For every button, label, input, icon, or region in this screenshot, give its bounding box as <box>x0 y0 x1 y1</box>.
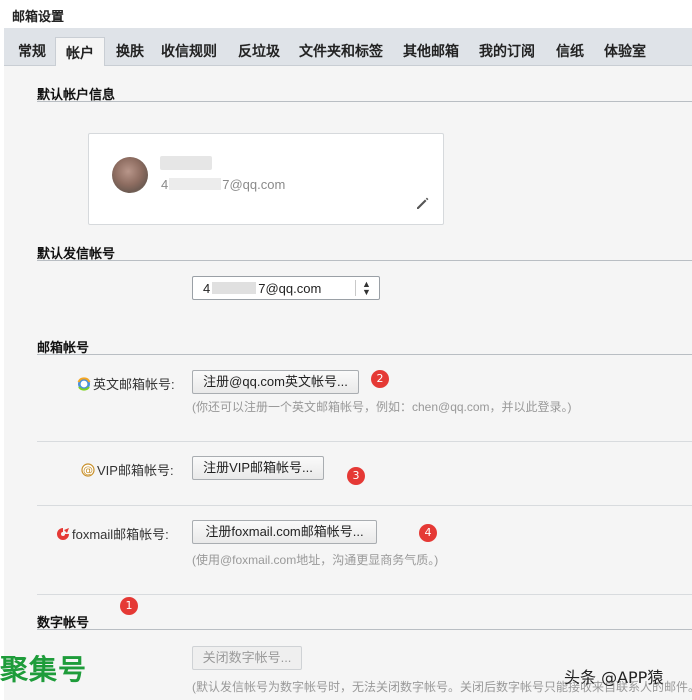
english-account-hint: (你还可以注册一个英文邮箱帐号，例如：chen@qq.com，并以此登录。) <box>192 400 572 414</box>
tab-mail-rules[interactable]: 收信规则 <box>158 36 220 66</box>
header-bar: 邮箱设置 <box>0 0 692 30</box>
settings-tabs: 常规 帐户 换肤 收信规则 反垃圾 文件夹和标签 其他邮箱 我的订阅 信纸 体验… <box>4 28 692 67</box>
row-divider <box>37 505 692 506</box>
register-foxmail-account-button[interactable]: 注册foxmail.com邮箱帐号... <box>192 520 377 544</box>
close-digital-account-button[interactable]: 关闭数字帐号... <box>192 646 302 670</box>
avatar[interactable] <box>112 157 148 193</box>
section-divider <box>37 260 692 261</box>
email-suffix: 7@qq.com <box>222 177 286 192</box>
select-suffix: 7@qq.com <box>258 281 322 296</box>
default-sender-select[interactable]: 4 7@qq.com ▲ ▼ <box>192 276 380 300</box>
watermark-left: 聚集号 <box>0 653 88 686</box>
page-title: 邮箱设置 <box>12 9 65 24</box>
qq-mail-globe-icon <box>77 377 91 391</box>
pencil-icon[interactable] <box>415 195 431 211</box>
section-divider <box>37 101 692 102</box>
name-masked <box>160 156 212 170</box>
tab-general[interactable]: 常规 <box>12 36 52 66</box>
annotation-badge-4: 4 <box>419 524 437 542</box>
foxmail-account-hint: (使用@foxmail.com地址，沟通更显商务气质。) <box>192 553 439 567</box>
select-divider <box>355 280 356 296</box>
section-divider <box>37 629 692 630</box>
foxmail-icon <box>57 528 69 540</box>
english-account-label: 英文邮箱帐号: <box>77 374 175 393</box>
tab-folders-labels[interactable]: 文件夹和标签 <box>296 36 386 66</box>
tab-skin[interactable]: 换肤 <box>110 36 150 66</box>
tab-anti-spam[interactable]: 反垃圾 <box>234 36 284 66</box>
register-english-account-button[interactable]: 注册@qq.com英文帐号... <box>192 370 359 394</box>
email-prefix: 4 <box>161 177 169 192</box>
section-divider <box>37 354 692 355</box>
tab-other-mailbox[interactable]: 其他邮箱 <box>400 36 462 66</box>
svg-text:@: @ <box>83 466 93 477</box>
tab-account[interactable]: 帐户 <box>55 37 105 67</box>
english-label-text: 英文邮箱帐号: <box>93 377 175 392</box>
updown-arrow-icon: ▲ ▼ <box>362 279 371 297</box>
register-vip-account-button[interactable]: 注册VIP邮箱帐号... <box>192 456 324 480</box>
annotation-badge-3: 3 <box>347 467 365 485</box>
row-divider <box>37 594 692 595</box>
email-mask <box>169 178 222 190</box>
vip-at-icon: @ <box>81 463 95 477</box>
select-prefix: 4 <box>203 281 211 296</box>
account-email: 4 7@qq.com <box>161 177 285 192</box>
foxmail-account-label: foxmail邮箱帐号: <box>56 524 169 543</box>
annotation-badge-1: 1 <box>120 597 138 615</box>
select-mask <box>212 282 257 294</box>
vip-account-label: @ VIP邮箱帐号: <box>81 460 174 479</box>
annotation-badge-2: 2 <box>371 370 389 388</box>
row-divider <box>37 441 692 442</box>
tab-subscriptions[interactable]: 我的订阅 <box>476 36 538 66</box>
tab-stationery[interactable]: 信纸 <box>552 36 588 66</box>
vip-label-text: VIP邮箱帐号: <box>97 463 174 478</box>
watermark-right: 头条 @APP猿 <box>564 668 664 687</box>
foxmail-label-text: foxmail邮箱帐号: <box>72 527 169 542</box>
select-value: 4 7@qq.com <box>203 281 321 296</box>
tab-lab[interactable]: 体验室 <box>600 36 650 66</box>
